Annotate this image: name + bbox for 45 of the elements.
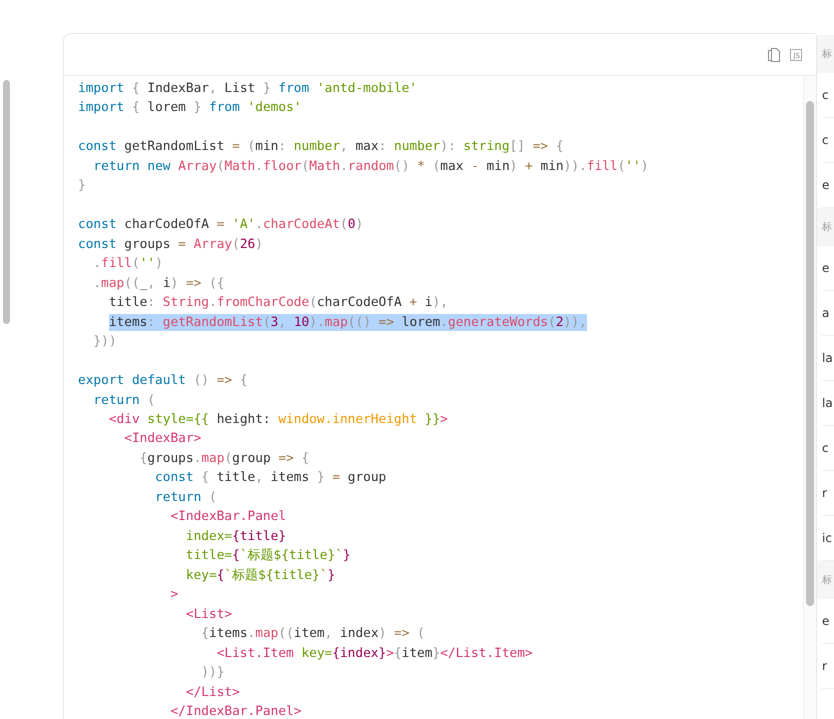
code-line: return ( — [154, 488, 218, 507]
code-line: > — [169, 586, 180, 604]
list-item[interactable]: r — [822, 471, 834, 516]
page-scrollbar[interactable] — [3, 80, 10, 324]
code-line: } — [78, 177, 87, 196]
list-item[interactable]: c — [822, 118, 834, 163]
code-line: return new Array(Math.floor(Math.random() * (max - min) + min)).fill('') — [92, 158, 650, 176]
copy-icon[interactable] — [768, 48, 780, 62]
code-line: return ( — [92, 392, 156, 410]
code-line: const getRandomList = (min: number, max: number): string[] => { — [78, 138, 565, 156]
code-line: index={title} — [184, 528, 288, 546]
list-item[interactable]: la — [822, 336, 834, 381]
code-line: })) — [92, 333, 118, 352]
code-line: </IndexBar.Panel> — [169, 703, 302, 719]
index-header: 标 — [817, 561, 834, 599]
code-line: {groups.map(group => { — [138, 450, 310, 468]
code-line: title: String.fromCharCode(charCodeOfA + i), — [108, 294, 449, 312]
code-line: const charCodeOfA = 'A'.charCodeAt(0) — [78, 216, 364, 234]
code-line: import { lorem } from 'demos' — [78, 99, 302, 118]
code-line: </List> — [184, 684, 241, 702]
code-line: ))} — [200, 664, 226, 682]
list-item[interactable]: e — [822, 599, 834, 644]
index-header: 标 — [817, 208, 834, 246]
code-line: title={`标题${title}`} — [184, 547, 352, 566]
list-item[interactable]: la — [822, 381, 834, 426]
index-header: 标 — [817, 35, 834, 73]
code-scrollbar[interactable] — [806, 101, 814, 606]
code-line: const groups = Array(26) — [78, 236, 264, 254]
list-item[interactable]: r — [822, 644, 834, 689]
code-line: key={`标题${title}`} — [184, 566, 336, 585]
code-line: import { IndexBar, List } from 'antd-mobile' — [78, 80, 418, 98]
code-line: const { title, items } = group — [154, 469, 388, 488]
code-line: <List.Item key={index}>{item}</List.Item> — [216, 644, 534, 663]
list-item[interactable]: c — [822, 426, 834, 471]
list-item[interactable]: e — [822, 246, 834, 291]
list-item[interactable]: c — [822, 73, 834, 118]
list-item[interactable]: a — [822, 291, 834, 336]
code-line: .fill('') — [92, 255, 164, 274]
code-line: <div style={{ height: window.innerHeight }}> — [108, 410, 449, 429]
code-line: <List> — [184, 606, 234, 624]
code-line: export default () => { — [78, 372, 249, 390]
code-line: {items.map((item, index) => ( — [200, 625, 426, 644]
code-line: .map((_, i) => ({ — [92, 274, 226, 293]
code-line: <IndexBar> — [123, 430, 202, 448]
code-line: <IndexBar.Panel — [169, 508, 288, 526]
